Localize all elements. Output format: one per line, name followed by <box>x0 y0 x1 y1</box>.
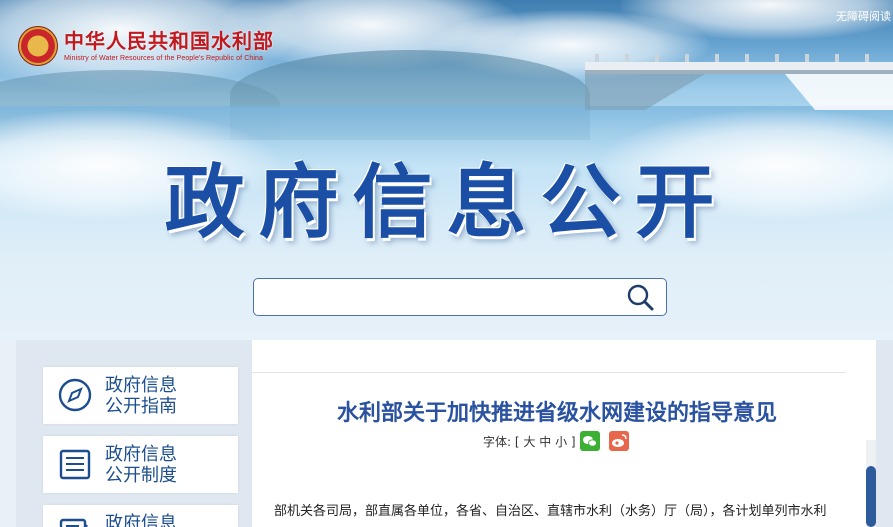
divider <box>252 372 846 373</box>
sidebar-item-system[interactable]: 政府信息 公开制度 <box>43 436 238 493</box>
national-emblem-icon <box>18 26 58 66</box>
weibo-icon[interactable] <box>609 431 629 451</box>
sidebar-item-label: 公开指南 <box>105 396 177 417</box>
accessibility-link[interactable]: 无障碍阅读 <box>836 8 891 24</box>
article-panel: 水利部关于加快推进省级水网建设的指导意见 字体: [ 大 中 小 ] 部机关各司… <box>252 340 876 527</box>
font-size-control: 字体: [ 大 中 小 ] <box>483 433 576 450</box>
font-bracket-open: [ <box>514 435 520 449</box>
search-icon[interactable] <box>626 283 654 311</box>
page-title: 政府信息公开 <box>164 156 729 249</box>
font-size-large[interactable]: 大 <box>523 435 535 449</box>
search-input[interactable] <box>264 285 614 309</box>
font-size-label: 字体: <box>483 435 512 449</box>
article-title: 水利部关于加快推进省级水网建设的指导意见 <box>336 401 777 426</box>
document-edit-icon <box>59 518 88 527</box>
font-size-medium[interactable]: 中 <box>539 435 551 449</box>
sidebar-item-label: 公开制度 <box>105 465 177 486</box>
compass-icon <box>58 378 92 412</box>
logo-chinese-name: 中华人民共和国水利部 <box>64 30 274 53</box>
sidebar-item-label: 政府信息 <box>105 444 177 465</box>
search-box <box>253 278 667 316</box>
logo-english-name: Ministry of Water Resources of the Peopl… <box>64 54 263 62</box>
scrollbar-thumb[interactable] <box>866 466 876 527</box>
sidebar-item-label: 政府信息 <box>105 513 177 527</box>
document-list-icon <box>59 449 91 480</box>
article-body: 部机关各司局，部直属各单位，各省、自治区、直辖市水利（水务）厅（局），各计划单列… <box>274 504 827 519</box>
font-bracket-close: ] <box>570 435 576 449</box>
sidebar-item-guide[interactable]: 政府信息 公开指南 <box>43 367 238 424</box>
sidebar-item-third[interactable]: 政府信息 <box>43 505 238 527</box>
font-size-small[interactable]: 小 <box>555 435 567 449</box>
site-logo[interactable]: 中华人民共和国水利部 Ministry of Water Resources o… <box>18 26 274 66</box>
wechat-icon[interactable] <box>580 431 600 451</box>
dam-illustration <box>585 54 893 110</box>
sidebar-item-label: 政府信息 <box>105 375 177 396</box>
